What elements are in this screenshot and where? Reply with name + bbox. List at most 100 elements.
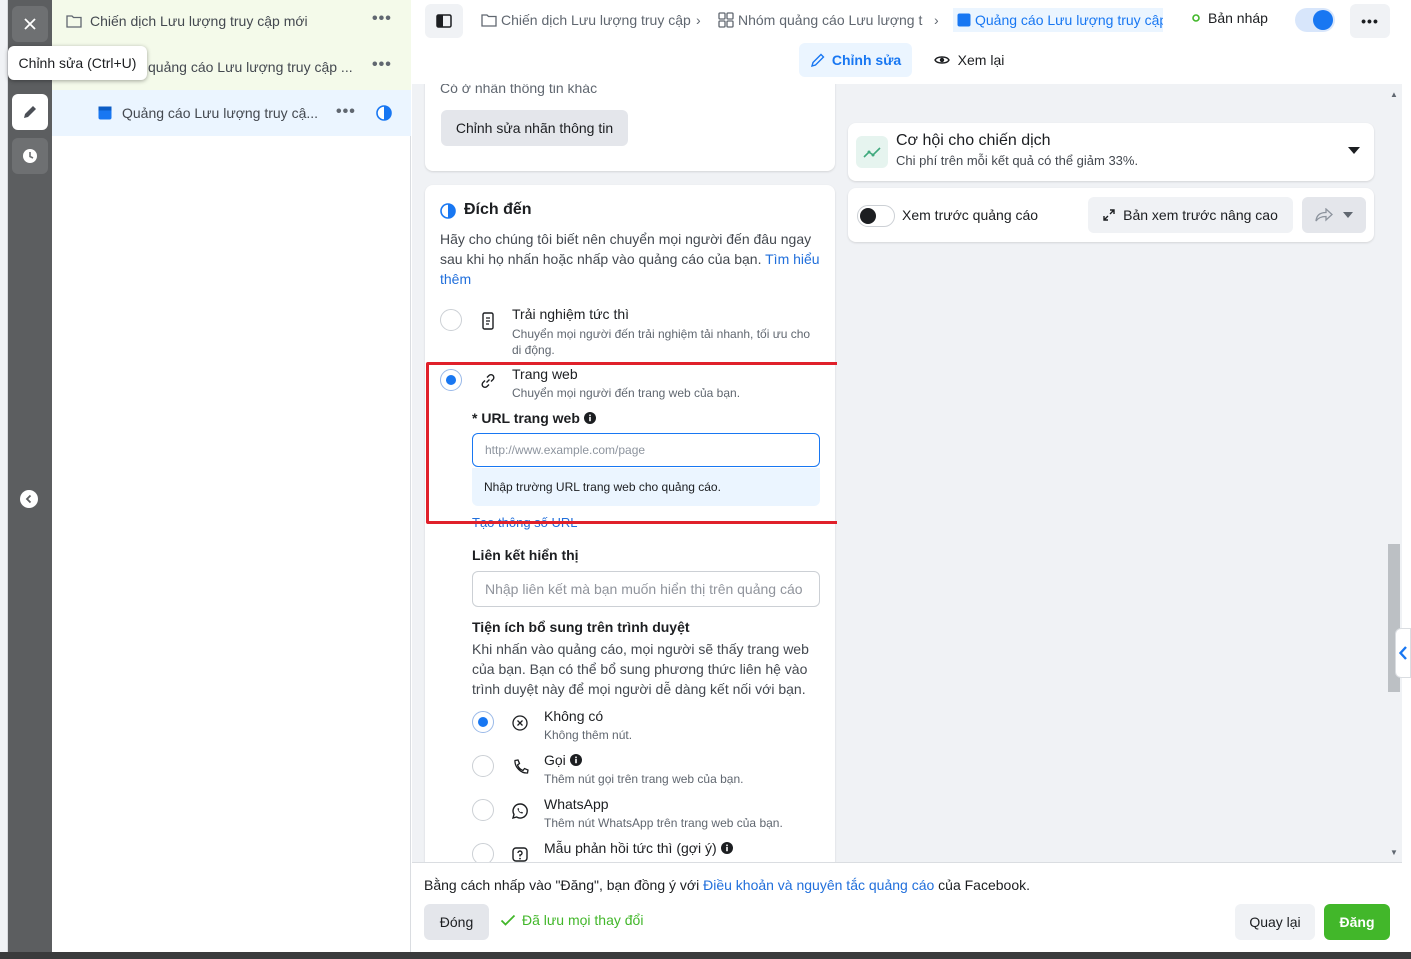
campaign-tree-panel: Chiến dịch Lưu lượng truy cập mới ••• qu…: [52, 0, 411, 959]
ad-preview-toggle[interactable]: [857, 205, 895, 227]
ad-icon: [98, 106, 112, 120]
checkmark-icon: [500, 914, 516, 926]
annotation-highlight-box: [426, 362, 840, 524]
addon-call-title-text: Gọi: [544, 752, 566, 768]
tab-label: Chỉnh sửa: [831, 52, 902, 68]
chevron-right-icon: ›: [696, 12, 701, 28]
back-button[interactable]: Quay lại: [1235, 904, 1315, 940]
tab-review[interactable]: Xem lại: [924, 43, 1014, 77]
ad-status-toggle[interactable]: [1295, 8, 1335, 32]
terms-suffix: của Facebook.: [934, 877, 1030, 893]
campaign-opportunity-card[interactable]: Cơ hội cho chiến dịch Chi phí trên mỗi k…: [848, 123, 1374, 181]
more-options-icon[interactable]: •••: [372, 10, 392, 28]
opportunity-title: Cơ hội cho chiến dịch: [896, 132, 1051, 149]
window-right-edge: [1402, 0, 1411, 959]
close-button[interactable]: [12, 6, 48, 42]
info-icon[interactable]: [720, 842, 733, 854]
footer-bar: Bằng cách nhấp vào "Đăng", bạn đồng ý vớ…: [412, 862, 1402, 952]
advanced-preview-button[interactable]: Bản xem trước nâng cao: [1088, 197, 1293, 233]
publish-button[interactable]: Đăng: [1324, 904, 1390, 940]
preview-panel: Cơ hội cho chiến dịch Chi phí trên mỗi k…: [837, 84, 1390, 862]
close-editor-button[interactable]: Đóng: [424, 904, 489, 940]
display-link-label: Liên kết hiển thị: [472, 547, 579, 563]
clock-icon: [22, 148, 38, 164]
terms-notice: Bằng cách nhấp vào "Đăng", bạn đồng ý vớ…: [424, 877, 1030, 893]
share-preview-button[interactable]: [1302, 197, 1366, 233]
tab-label: Xem lại: [957, 52, 1005, 68]
draft-label: Bản nháp: [1208, 10, 1268, 26]
instant-experience-title: Trải nghiệm tức thì: [512, 306, 630, 322]
folder-icon: [481, 13, 497, 27]
window-edge: [0, 0, 8, 959]
question-icon: [511, 846, 529, 862]
tree-item-label: Chiến dịch Lưu lượng truy cập mới: [90, 13, 308, 29]
pencil-icon: [22, 104, 38, 120]
half-circle-status-icon: [440, 203, 456, 219]
save-status-label: Đã lưu mọi thay đổi: [522, 912, 644, 928]
tab-edit[interactable]: Chỉnh sửa: [799, 43, 912, 77]
top-bar: Chiến dịch Lưu lượng truy cập › Nhóm quả…: [412, 0, 1402, 40]
destination-description: Hãy cho chúng tôi biết nên chuyển mọi ng…: [440, 229, 825, 289]
addon-call-desc: Thêm nút gọi trên trang web của bạn.: [544, 772, 744, 786]
close-icon: [23, 17, 37, 31]
breadcrumb-label: Nhóm quảng cáo Lưu lượng t: [738, 12, 923, 28]
display-link-input[interactable]: Nhập liên kết mà bạn muốn hiển thị trên …: [472, 571, 820, 607]
breadcrumb-label: Chiến dịch Lưu lượng truy cập: [501, 12, 691, 28]
more-options-icon[interactable]: •••: [336, 103, 356, 121]
edit-labels-button[interactable]: Chỉnh sửa nhãn thông tin: [441, 110, 628, 146]
scroll-down-icon[interactable]: ▼: [1390, 848, 1398, 857]
sidebar-icon: [436, 14, 452, 28]
draft-status: Bản nháp: [1192, 10, 1268, 26]
breadcrumb-ad[interactable]: Quảng cáo Lưu lượng truy cập: [953, 8, 1163, 32]
radio-addon-call[interactable]: [472, 755, 494, 777]
taskbar-edge: [0, 952, 1411, 959]
info-icon[interactable]: [569, 754, 582, 766]
ad-preview-label: Xem trước quảng cáo: [902, 207, 1039, 223]
breadcrumb-label: Quảng cáo Lưu lượng truy cập: [975, 12, 1163, 28]
x-circle-icon: [512, 715, 528, 731]
more-options-icon: •••: [1361, 13, 1379, 29]
addon-none-title: Không có: [544, 708, 604, 724]
opportunity-desc: Chi phí trên mỗi kết quả có thể giảm 33%…: [896, 153, 1139, 168]
radio-addon-whatsapp[interactable]: [472, 799, 494, 821]
phone-icon: [512, 758, 530, 776]
breadcrumb-adset[interactable]: Nhóm quảng cáo Lưu lượng t: [718, 8, 926, 32]
eye-icon: [933, 54, 950, 66]
save-status: Đã lưu mọi thay đổi: [500, 912, 643, 928]
addon-instant-form-title-text: Mẫu phản hồi tức thì (gợi ý): [544, 840, 717, 856]
toggle-sidebar-button[interactable]: [425, 4, 463, 38]
tree-item-label: Quảng cáo Lưu lượng truy cậ...: [122, 105, 319, 121]
radio-instant-experience[interactable]: [440, 309, 462, 331]
labels-cut-text: Có ở nhãn thông tin khác: [440, 84, 598, 96]
more-options-button[interactable]: •••: [1350, 4, 1390, 38]
scroll-up-icon[interactable]: ▲: [1390, 90, 1398, 99]
side-rail: [8, 0, 52, 959]
addon-call-title: Gọi: [544, 752, 582, 768]
addon-instant-form-title: Mẫu phản hồi tức thì (gợi ý): [544, 840, 733, 856]
edit-mode-button[interactable]: [12, 94, 48, 130]
grid-icon: [718, 12, 734, 28]
breadcrumb-campaign[interactable]: Chiến dịch Lưu lượng truy cập: [481, 8, 691, 32]
instant-experience-icon: [481, 312, 495, 330]
status-dot-icon: [1192, 14, 1200, 22]
addon-whatsapp-title: WhatsApp: [544, 796, 609, 812]
opportunity-icon: [856, 136, 888, 168]
expand-icon: [1103, 209, 1115, 221]
advanced-preview-label: Bản xem trước nâng cao: [1123, 207, 1278, 223]
history-button[interactable]: [12, 138, 48, 174]
preview-scrollbar[interactable]: ▲ ▼: [1386, 84, 1402, 862]
ad-terms-link[interactable]: Điều khoản và nguyên tắc quảng cáo: [703, 877, 934, 893]
browser-addon-title: Tiện ích bổ sung trên trình duyệt: [472, 619, 690, 635]
tree-item-campaign[interactable]: Chiến dịch Lưu lượng truy cập mới •••: [52, 0, 411, 46]
more-options-icon[interactable]: •••: [372, 56, 392, 74]
tree-item-ad[interactable]: Quảng cáo Lưu lượng truy cậ... •••: [52, 90, 411, 136]
addon-whatsapp-desc: Thêm nút WhatsApp trên trang web của bạn…: [544, 816, 783, 830]
chevron-down-icon[interactable]: [1348, 147, 1360, 155]
pencil-icon: [810, 52, 826, 68]
radio-addon-instant-form[interactable]: [472, 843, 494, 862]
half-circle-status-icon: [376, 105, 392, 121]
share-icon: [1315, 208, 1333, 222]
radio-addon-none[interactable]: [472, 711, 494, 733]
side-expand-tab[interactable]: [1395, 628, 1411, 678]
collapse-panel-button[interactable]: [20, 490, 38, 508]
